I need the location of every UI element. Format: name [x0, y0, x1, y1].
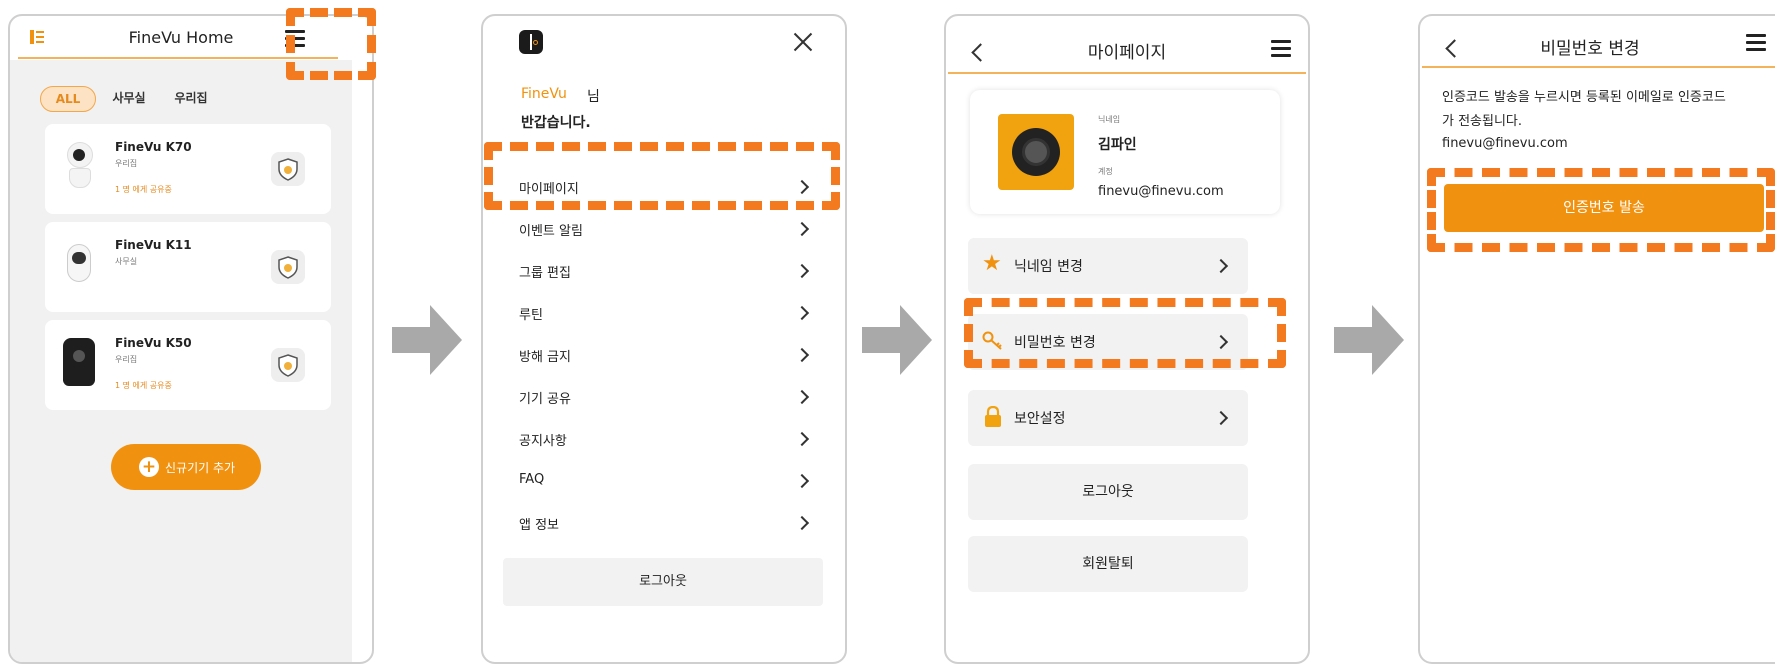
- description-line-2: 가 전송됩니다.: [1442, 114, 1523, 129]
- chevron-right-icon: [794, 389, 810, 405]
- menu-item-do-not-disturb[interactable]: 방해 금지: [519, 346, 819, 366]
- device-card[interactable]: FineVu K11 사무실: [45, 222, 331, 312]
- device-card[interactable]: FineVu K50 우리집 1 명 에게 공유중: [45, 320, 331, 410]
- menu-item-event-alert[interactable]: 이벤트 알림: [519, 220, 819, 240]
- device-name: FineVu K11: [115, 238, 192, 252]
- change-nickname-item[interactable]: ★ 닉네임 변경: [968, 238, 1248, 294]
- nickname-value: 김파인: [1098, 137, 1137, 153]
- tab-all[interactable]: ALL: [40, 86, 96, 112]
- side-menu-screen: FineVu 님 반갑습니다. 마이페이지 이벤트 알림 그룹 편집 루틴 방해…: [481, 14, 847, 664]
- page-title: 비밀번호 변경: [1540, 39, 1640, 59]
- header-divider: [948, 72, 1306, 74]
- chevron-right-icon: [794, 305, 810, 321]
- user-name: FineVu: [521, 86, 567, 102]
- profile-card: 닉네임 김파인 계정 finevu@finevu.com: [970, 90, 1280, 214]
- chevron-right-icon: [794, 221, 810, 237]
- security-settings-item[interactable]: 보안설정: [968, 390, 1248, 446]
- home-content: ALL 사무실 우리집 FineVu K70 우리집 1 명 에게 공유중 Fi…: [10, 60, 352, 662]
- item-label: 닉네임 변경: [1014, 259, 1083, 275]
- logout-button[interactable]: 로그아웃: [503, 558, 823, 606]
- menu-item-label: FAQ: [519, 472, 545, 487]
- camera-k11-image: [67, 244, 93, 284]
- page-title: 마이페이지: [1087, 43, 1167, 63]
- tab-office[interactable]: 사무실: [106, 86, 152, 112]
- device-share-status: 1 명 에게 공유중: [115, 381, 172, 390]
- add-device-label: 신규기기 추가: [165, 461, 236, 475]
- home-screen: FineVu Home ALL 사무실 우리집 FineVu K70 우리집 1…: [8, 14, 374, 664]
- change-password-screen: 비밀번호 변경 인증코드 발송을 누르시면 등록된 이메일로 인증코드 가 전송…: [1418, 14, 1775, 664]
- lock-icon: [984, 405, 1002, 428]
- chevron-right-icon: [794, 473, 810, 489]
- device-location: 우리집: [115, 355, 138, 364]
- menu-item-faq[interactable]: FAQ: [519, 472, 819, 492]
- device-share-status: 1 명 에게 공유중: [115, 185, 172, 194]
- add-device-button[interactable]: + 신규기기 추가: [111, 444, 261, 490]
- honorific: 님: [587, 89, 600, 105]
- hamburger-menu-icon[interactable]: [1746, 34, 1766, 55]
- shield-icon[interactable]: [271, 348, 305, 382]
- close-icon[interactable]: [793, 32, 813, 52]
- menu-item-label: 이벤트 알림: [519, 224, 583, 239]
- highlight-box: [484, 142, 840, 210]
- plus-icon: +: [139, 457, 159, 477]
- tab-home[interactable]: 우리집: [168, 86, 214, 112]
- shield-icon[interactable]: [271, 152, 305, 186]
- chevron-right-icon: [1213, 258, 1229, 274]
- highlight-box: [1427, 168, 1775, 252]
- account-value: finevu@finevu.com: [1098, 184, 1224, 199]
- header-divider: [1422, 66, 1775, 68]
- highlight-box: [964, 298, 1286, 368]
- item-label: 보안설정: [1014, 411, 1066, 427]
- shield-icon[interactable]: [271, 250, 305, 284]
- hamburger-menu-icon[interactable]: [1271, 40, 1291, 61]
- arrow-right-icon: [392, 305, 462, 375]
- device-name: FineVu K50: [115, 336, 192, 350]
- device-location: 우리집: [115, 159, 138, 168]
- description-line-1: 인증코드 발송을 누르시면 등록된 이메일로 인증코드: [1442, 90, 1726, 105]
- chevron-right-icon: [794, 347, 810, 363]
- menu-item-label: 앱 정보: [519, 518, 560, 533]
- arrow-right-icon: [862, 305, 932, 375]
- device-location: 사무실: [115, 257, 138, 266]
- nickname-label: 닉네임: [1098, 115, 1121, 124]
- greeting: 반갑습니다.: [521, 115, 591, 131]
- menu-item-app-info[interactable]: 앱 정보: [519, 514, 819, 534]
- chevron-right-icon: [794, 515, 810, 531]
- avatar[interactable]: [998, 114, 1074, 190]
- highlight-box: [286, 8, 376, 80]
- chevron-right-icon: [1213, 410, 1229, 426]
- camera-k70-image: [65, 142, 95, 190]
- device-card[interactable]: FineVu K70 우리집 1 명 에게 공유중: [45, 124, 331, 214]
- menu-item-routine[interactable]: 루틴: [519, 304, 819, 324]
- menu-item-label: 기기 공유: [519, 392, 571, 407]
- app-logo-icon: [519, 30, 543, 54]
- arrow-right-icon: [1334, 305, 1404, 375]
- account-label: 계정: [1098, 167, 1113, 176]
- device-name: FineVu K70: [115, 140, 192, 154]
- menu-item-label: 공지사항: [519, 434, 567, 449]
- chevron-right-icon: [794, 263, 810, 279]
- star-icon: ★: [982, 251, 1002, 276]
- withdraw-button[interactable]: 회원탈퇴: [968, 536, 1248, 592]
- menu-item-label: 방해 금지: [519, 350, 571, 365]
- menu-item-label: 그룹 편집: [519, 266, 571, 281]
- menu-item-group-edit[interactable]: 그룹 편집: [519, 262, 819, 282]
- chevron-right-icon: [794, 431, 810, 447]
- menu-item-label: 루틴: [519, 308, 543, 323]
- logout-button[interactable]: 로그아웃: [968, 464, 1248, 520]
- menu-item-device-share[interactable]: 기기 공유: [519, 388, 819, 408]
- email-value: finevu@finevu.com: [1442, 136, 1568, 151]
- menu-item-notice[interactable]: 공지사항: [519, 430, 819, 450]
- camera-k50-image: [63, 338, 97, 388]
